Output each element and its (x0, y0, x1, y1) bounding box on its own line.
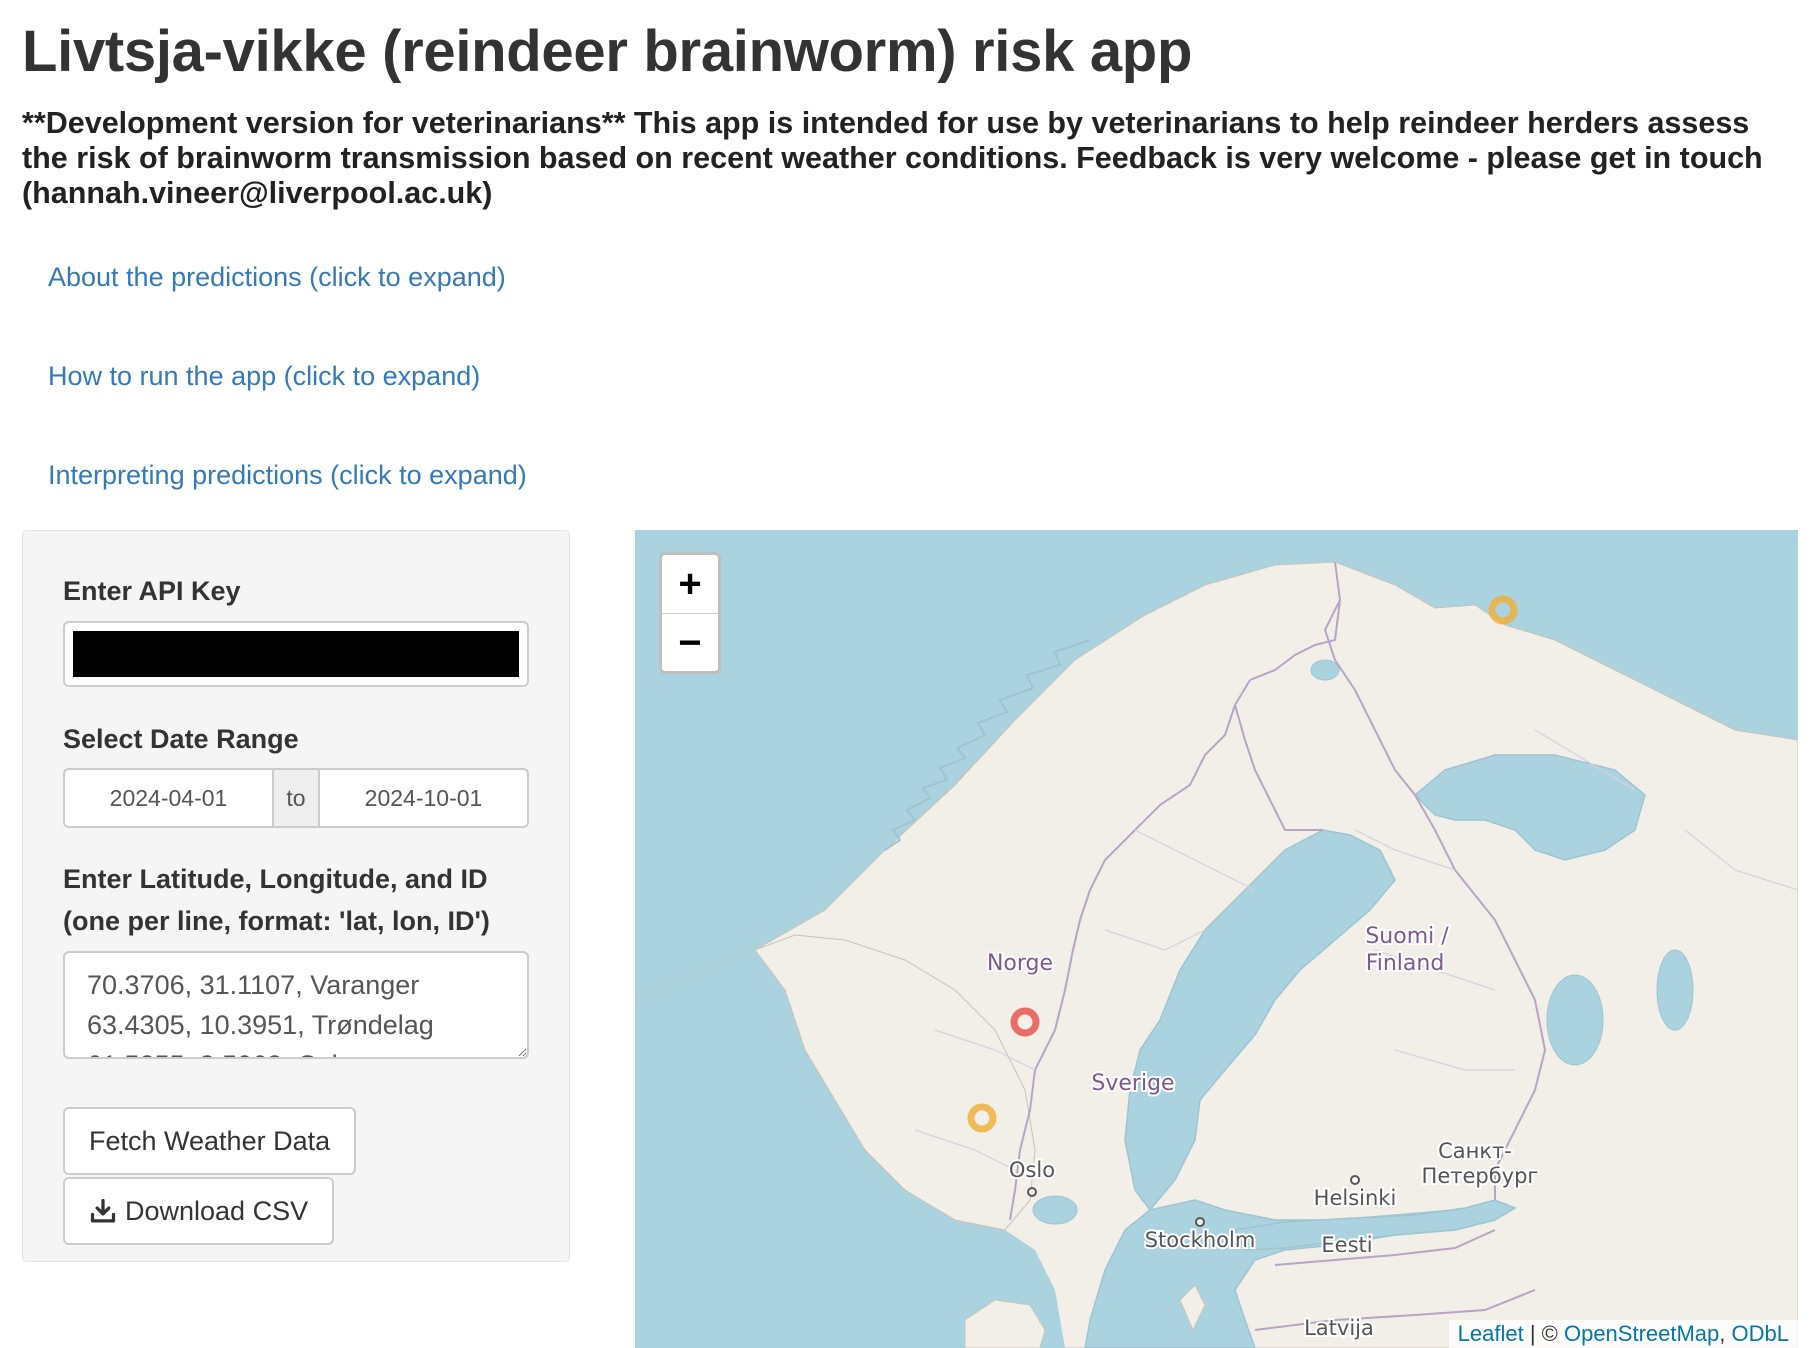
map-attribution: Leaflet | © OpenStreetMap, ODbL (1448, 1320, 1798, 1348)
zoom-out-button[interactable]: − (662, 614, 718, 671)
stockholm-dot (1195, 1217, 1205, 1227)
label-spb-2: Петербург (1422, 1164, 1539, 1188)
label-sverige: Sverige (1091, 1071, 1174, 1096)
map-tiles: Norge Sverige Suomi / Finland Oslo Stock… (635, 561, 1798, 1348)
interpreting-predictions-link[interactable]: Interpreting predictions (click to expan… (48, 460, 527, 491)
openstreetmap-link[interactable]: OpenStreetMap (1564, 1321, 1719, 1346)
api-key-label: Enter API Key (63, 576, 241, 606)
label-eesti: Eesti (1321, 1233, 1372, 1257)
label-spb-1: Санкт- (1438, 1139, 1512, 1163)
about-predictions-link[interactable]: About the predictions (click to expand) (48, 262, 506, 293)
sidebar-panel: Enter API Key Select Date Range to Enter… (22, 530, 570, 1262)
odbl-link[interactable]: ODbL (1732, 1321, 1789, 1346)
leaflet-link[interactable]: Leaflet (1458, 1321, 1524, 1346)
date-range-label: Select Date Range (63, 724, 299, 754)
attribution-comma: , (1719, 1321, 1732, 1346)
zoom-control: + − (659, 552, 721, 674)
leaflet-map[interactable]: Norge Sverige Suomi / Finland Oslo Stock… (635, 530, 1798, 1348)
download-csv-label: Download CSV (125, 1195, 309, 1226)
map-lake-ladoga (1546, 974, 1604, 1066)
map-lake-inari (1310, 659, 1340, 681)
fetch-weather-button[interactable]: Fetch Weather Data (63, 1107, 357, 1175)
start-date-input[interactable] (65, 770, 272, 826)
attribution-separator: | © (1523, 1321, 1564, 1346)
download-icon (90, 1198, 116, 1223)
label-stockholm: Stockholm (1145, 1228, 1256, 1252)
fetch-weather-label: Fetch Weather Data (89, 1125, 331, 1156)
map-lake-onega (1656, 949, 1694, 1031)
intro-text: **Development version for veterinarians*… (22, 106, 1763, 210)
end-date-input[interactable] (320, 770, 527, 826)
oslo-dot (1027, 1187, 1037, 1197)
api-key-input[interactable] (73, 631, 519, 677)
map-lake-vanern (1032, 1195, 1078, 1225)
coords-label-line2: (one per line, format: 'lat, lon, ID') (63, 906, 490, 936)
date-range: to (63, 768, 529, 828)
page-title: Livtsja-vikke (reindeer brainworm) risk … (22, 19, 1193, 84)
download-csv-button[interactable]: Download CSV (63, 1177, 335, 1245)
marker-varanger[interactable] (1488, 595, 1518, 625)
label-suomi-2: Finland (1366, 951, 1445, 976)
label-suomi-1: Suomi / (1365, 924, 1449, 949)
api-key-field[interactable] (63, 621, 529, 687)
date-range-separator: to (272, 770, 320, 826)
zoom-in-button[interactable]: + (662, 555, 718, 614)
coords-textarea[interactable]: 70.3706, 31.1107, Varanger 63.4305, 10.3… (63, 951, 529, 1059)
label-latvija: Latvija (1304, 1316, 1374, 1340)
label-norge: Norge (987, 951, 1053, 976)
label-helsinki: Helsinki (1314, 1186, 1397, 1210)
how-to-run-link[interactable]: How to run the app (click to expand) (48, 361, 480, 392)
label-oslo: Oslo (1009, 1158, 1055, 1182)
coords-label-line1: Enter Latitude, Longitude, and ID (63, 864, 488, 894)
helsinki-dot (1350, 1175, 1360, 1185)
